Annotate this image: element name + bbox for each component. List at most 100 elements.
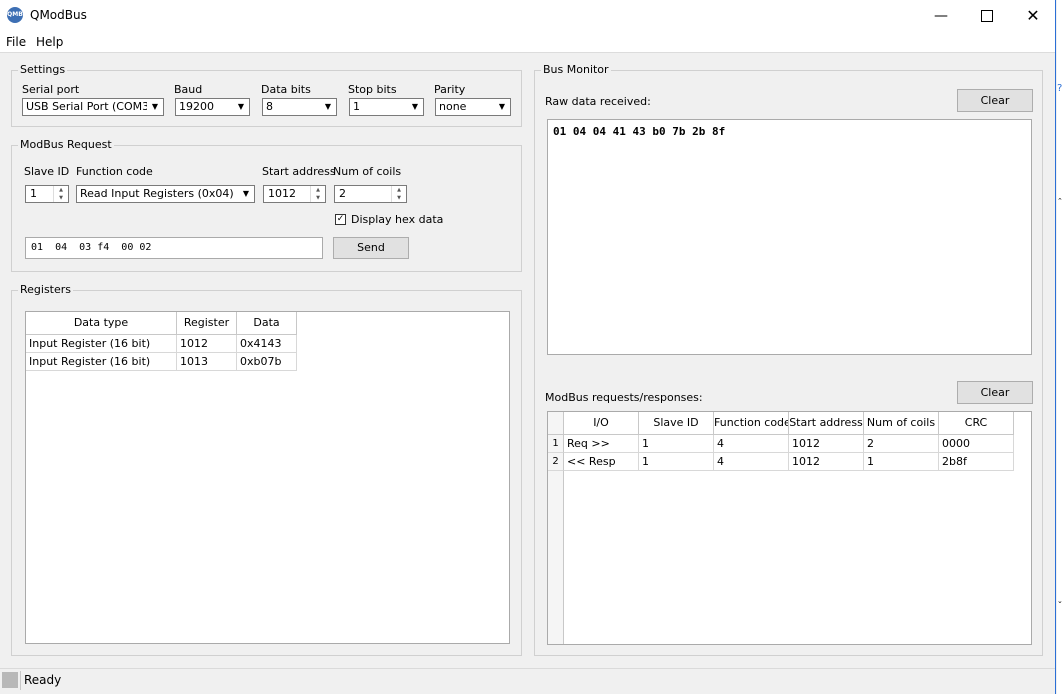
serial-port-select[interactable]: USB Serial Port (COM3) ▼	[22, 98, 164, 116]
table-cell[interactable]: 1	[864, 453, 939, 471]
spin-up-icon[interactable]: ▲	[391, 186, 406, 194]
slave-id-spinbox[interactable]: 1 ▲ ▼	[25, 185, 69, 203]
table-cell[interactable]: 1013	[177, 353, 237, 371]
clear-requests-button[interactable]: Clear	[957, 381, 1033, 404]
close-icon: ✕	[1026, 6, 1040, 25]
help-icon: ?	[1057, 83, 1063, 94]
table-cell[interactable]: Input Register (16 bit)	[26, 353, 177, 371]
baud-label: Baud	[174, 83, 203, 96]
settings-title: Settings	[18, 63, 68, 76]
bus-monitor-title: Bus Monitor	[541, 63, 611, 76]
num-coils-label: Num of coils	[333, 165, 402, 178]
table-cell[interactable]: 1012	[789, 435, 864, 453]
column-header-start-address[interactable]: Start address	[789, 412, 864, 435]
registers-table[interactable]: Data type Register Data Input Register (…	[25, 311, 510, 644]
title-bar: QMB QModBus — ✕	[0, 0, 1055, 32]
main-window: QMB QModBus — ✕ File Help Settings Seria…	[0, 0, 1056, 694]
spin-down-icon[interactable]: ▼	[53, 194, 68, 202]
column-header-data-type[interactable]: Data type	[26, 312, 177, 335]
stop-bits-select[interactable]: 1 ▼	[349, 98, 424, 116]
table-cell[interactable]: 1	[639, 453, 714, 471]
serial-port-label: Serial port	[22, 83, 80, 96]
raw-data-view[interactable]: 01 04 04 41 43 b0 7b 2b 8f	[547, 119, 1032, 355]
background-window-edge: ? ⌃ ⌄	[1057, 0, 1064, 694]
column-header-function-code[interactable]: Function code	[714, 412, 789, 435]
slave-id-value: 1	[30, 187, 37, 200]
table-cell[interactable]: 1	[639, 435, 714, 453]
requests-table[interactable]: I/O Slave ID Function code Start address…	[547, 411, 1032, 645]
data-bits-select[interactable]: 8 ▼	[262, 98, 337, 116]
spin-down-icon[interactable]: ▼	[310, 194, 325, 202]
column-header-crc[interactable]: CRC	[939, 412, 1014, 435]
window-title: QModBus	[30, 8, 87, 22]
baud-select[interactable]: 19200 ▼	[175, 98, 250, 116]
function-code-select[interactable]: Read Input Registers (0x04) ▼	[76, 185, 255, 203]
qmb-logo-icon: QMB	[7, 7, 23, 23]
table-cell[interactable]: 4	[714, 435, 789, 453]
clear-raw-button[interactable]: Clear	[957, 89, 1033, 112]
table-cell[interactable]: 1012	[789, 453, 864, 471]
spin-up-icon[interactable]: ▲	[310, 186, 325, 194]
display-hex-checkbox[interactable]: ✓	[335, 214, 346, 225]
raw-data-label: Raw data received:	[545, 95, 651, 108]
spin-up-icon[interactable]: ▲	[53, 186, 68, 194]
send-button[interactable]: Send	[333, 237, 409, 259]
data-bits-value: 8	[266, 100, 273, 113]
bus-monitor-group: Bus Monitor Raw data received: Clear 01 …	[534, 63, 1043, 656]
column-header-num-coils[interactable]: Num of coils	[864, 412, 939, 435]
column-header-register[interactable]: Register	[177, 312, 237, 335]
corner-header[interactable]	[548, 412, 564, 435]
table-cell[interactable]: 2b8f	[939, 453, 1014, 471]
close-button[interactable]: ✕	[1010, 0, 1056, 32]
table-cell[interactable]: << Resp	[564, 453, 639, 471]
stop-bits-label: Stop bits	[348, 83, 397, 96]
parity-label: Parity	[434, 83, 466, 96]
modbus-request-title: ModBus Request	[18, 138, 114, 151]
start-address-spinbox[interactable]: 1012 ▲ ▼	[263, 185, 326, 203]
slave-id-label: Slave ID	[24, 165, 70, 178]
maximize-button[interactable]	[964, 0, 1010, 32]
stop-bits-value: 1	[353, 100, 360, 113]
table-cell[interactable]: 1012	[177, 335, 237, 353]
menu-file[interactable]: File	[6, 35, 26, 49]
checkmark-icon: ✓	[336, 214, 345, 224]
table-cell[interactable]: 4	[714, 453, 789, 471]
status-text: Ready	[20, 671, 1053, 690]
spin-down-icon[interactable]: ▼	[391, 194, 406, 202]
chevron-down-icon: ▼	[494, 99, 510, 115]
menu-bar: File Help	[0, 32, 1055, 53]
row-header[interactable]: 1	[548, 435, 564, 453]
raw-data-text: 01 04 04 41 43 b0 7b 2b 8f	[553, 125, 726, 138]
row-header[interactable]: 2	[548, 453, 564, 471]
serial-port-value: USB Serial Port (COM3)	[26, 100, 154, 113]
function-code-value: Read Input Registers (0x04)	[80, 187, 234, 200]
minimize-icon: —	[934, 8, 948, 24]
registers-group: Registers Data type Register Data Input …	[11, 283, 522, 656]
minimize-button[interactable]: —	[918, 0, 964, 32]
num-coils-spinbox[interactable]: 2 ▲ ▼	[334, 185, 407, 203]
column-header-data[interactable]: Data	[237, 312, 297, 335]
table-cell[interactable]: 0x4143	[237, 335, 297, 353]
scroll-down-icon: ⌄	[1057, 597, 1063, 605]
table-cell[interactable]: 2	[864, 435, 939, 453]
table-cell[interactable]: Req >>	[564, 435, 639, 453]
data-bits-label: Data bits	[261, 83, 311, 96]
modbus-request-group: ModBus Request Slave ID 1 ▲ ▼ Function cod…	[11, 138, 522, 272]
settings-group: Settings Serial port USB Serial Port (CO…	[11, 63, 522, 127]
function-code-label: Function code	[76, 165, 153, 178]
column-header-slave-id[interactable]: Slave ID	[639, 412, 714, 435]
menu-help[interactable]: Help	[36, 35, 63, 49]
parity-select[interactable]: none ▼	[435, 98, 511, 116]
column-header-io[interactable]: I/O	[564, 412, 639, 435]
chevron-down-icon: ▼	[320, 99, 336, 115]
registers-title: Registers	[18, 283, 74, 296]
table-cell[interactable]: Input Register (16 bit)	[26, 335, 177, 353]
baud-value: 19200	[179, 100, 214, 113]
chevron-down-icon: ▼	[147, 99, 163, 115]
maximize-icon	[981, 10, 993, 22]
hex-data-input[interactable]: 01 04 03 f4 00 02	[25, 237, 323, 259]
table-cell[interactable]: 0000	[939, 435, 1014, 453]
start-address-value: 1012	[268, 187, 296, 200]
table-cell[interactable]: 0xb07b	[237, 353, 297, 371]
display-hex-label: Display hex data	[351, 213, 444, 226]
